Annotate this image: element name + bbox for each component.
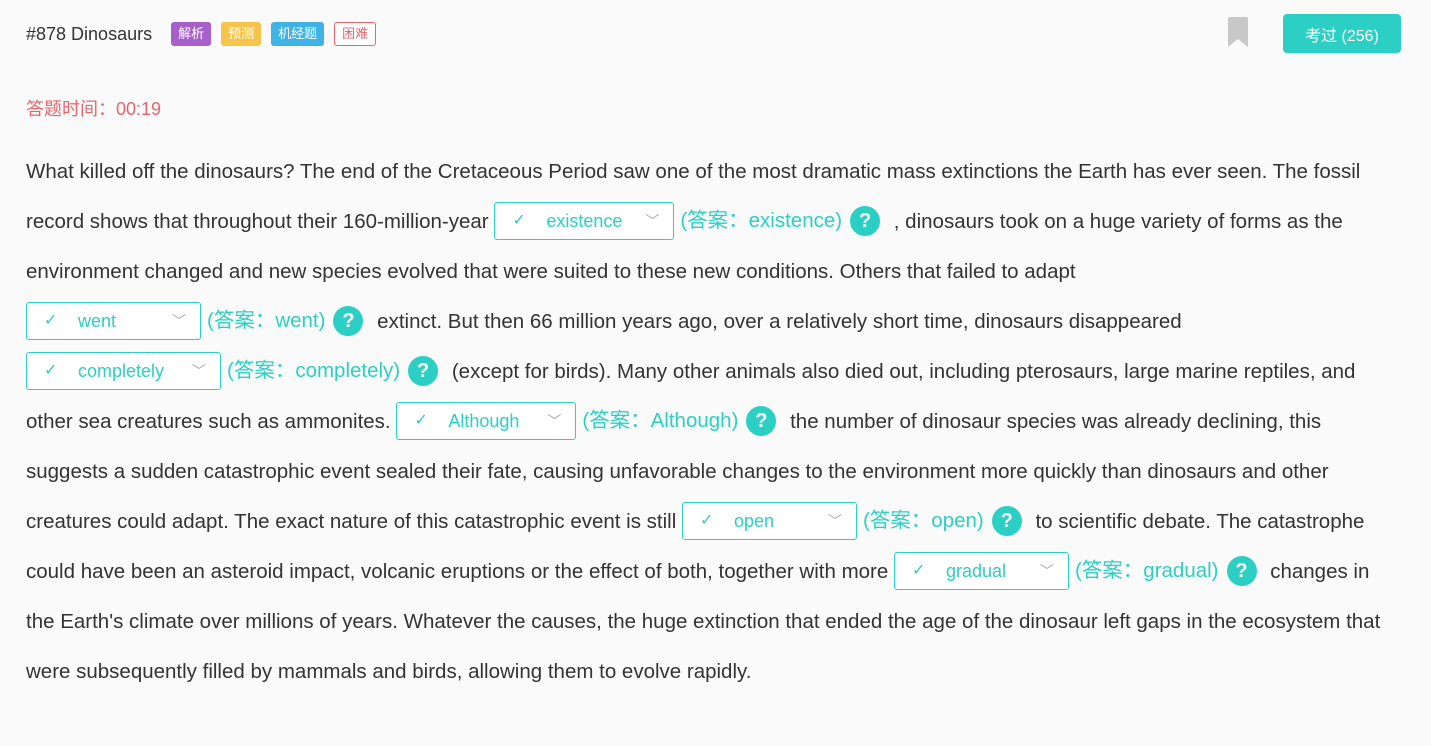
check-icon: ✓ xyxy=(512,211,526,229)
tag-analysis[interactable]: 解析 xyxy=(171,22,212,46)
check-icon: ✓ xyxy=(911,561,926,579)
help-icon[interactable]: ? xyxy=(850,205,881,236)
tag-predict[interactable]: 预测 xyxy=(221,22,262,46)
help-icon[interactable]: ? xyxy=(1226,555,1257,586)
blank-1: ✓ existence ﹀ (答案：existence)? xyxy=(494,195,888,246)
chevron-down-icon: ﹀ xyxy=(172,312,186,329)
passed-count-button[interactable]: 考过 (256) xyxy=(1283,14,1401,53)
passage-segment: extinct. But then 66 million years ago, … xyxy=(371,310,1182,333)
chevron-down-icon: ﹀ xyxy=(1039,562,1054,579)
dropdown-selected-value: existence xyxy=(546,210,623,231)
question-title: #878 Dinosaurs xyxy=(26,23,153,44)
answer-dropdown[interactable]: ✓ gradual ﹀ xyxy=(893,551,1069,590)
question-header: #878 Dinosaurs 解析 预测 机经题 困难 xyxy=(26,19,386,49)
passage-text: What killed off the dinosaurs? The end o… xyxy=(26,147,1403,697)
correct-answer-label: (答案：gradual) xyxy=(1074,558,1219,582)
blank-4: ✓ Although ﹀ (答案：Although)? xyxy=(396,395,784,446)
help-icon[interactable]: ? xyxy=(991,505,1022,536)
help-icon[interactable]: ? xyxy=(746,405,777,436)
blank-6: ✓ gradual ﹀ (答案：gradual)? xyxy=(893,545,1265,596)
dropdown-selected-value: went xyxy=(78,310,117,331)
chevron-down-icon: ﹀ xyxy=(645,212,660,229)
bookmark-icon[interactable] xyxy=(1228,17,1248,47)
answer-dropdown[interactable]: ✓ completely ﹀ xyxy=(26,351,221,390)
blank-5: ✓ open ﹀ (答案：open)? xyxy=(681,495,1030,546)
check-icon: ✓ xyxy=(44,311,58,329)
check-icon: ✓ xyxy=(414,411,428,429)
dropdown-selected-value: completely xyxy=(78,360,165,381)
help-icon[interactable]: ? xyxy=(408,355,439,386)
correct-answer-label: (答案：open) xyxy=(862,508,984,532)
answer-dropdown[interactable]: ✓ existence ﹀ xyxy=(494,201,675,240)
dropdown-selected-value: Although xyxy=(448,410,520,431)
chevron-down-icon: ﹀ xyxy=(192,362,206,379)
chevron-down-icon: ﹀ xyxy=(827,512,842,529)
chevron-down-icon: ﹀ xyxy=(547,412,562,429)
dropdown-selected-value: open xyxy=(733,510,775,531)
answer-timer: 答题时间：00:19 xyxy=(26,99,162,119)
blank-2: ✓ went ﹀ (答案：went)? xyxy=(26,295,371,346)
tag-difficulty-hard: 困难 xyxy=(334,22,377,46)
correct-answer-label: (答案：went) xyxy=(207,308,326,332)
help-icon[interactable]: ? xyxy=(333,305,364,336)
check-icon: ✓ xyxy=(44,361,58,379)
correct-answer-label: (答案：Although) xyxy=(582,408,739,432)
answer-dropdown[interactable]: ✓ went ﹀ xyxy=(26,301,201,340)
correct-answer-label: (答案：completely) xyxy=(227,358,401,382)
question-page: #878 Dinosaurs 解析 预测 机经题 困难 考过 (256) 答题时… xyxy=(0,0,1431,746)
dropdown-selected-value: gradual xyxy=(945,560,1007,581)
check-icon: ✓ xyxy=(699,511,714,529)
blank-3: ✓ completely ﹀ (答案：completely)? xyxy=(26,345,446,396)
answer-dropdown[interactable]: ✓ Although ﹀ xyxy=(396,401,577,440)
correct-answer-label: (答案：existence) xyxy=(680,208,843,232)
tag-machine-exam[interactable]: 机经题 xyxy=(271,22,325,46)
answer-dropdown[interactable]: ✓ open ﹀ xyxy=(681,501,857,540)
